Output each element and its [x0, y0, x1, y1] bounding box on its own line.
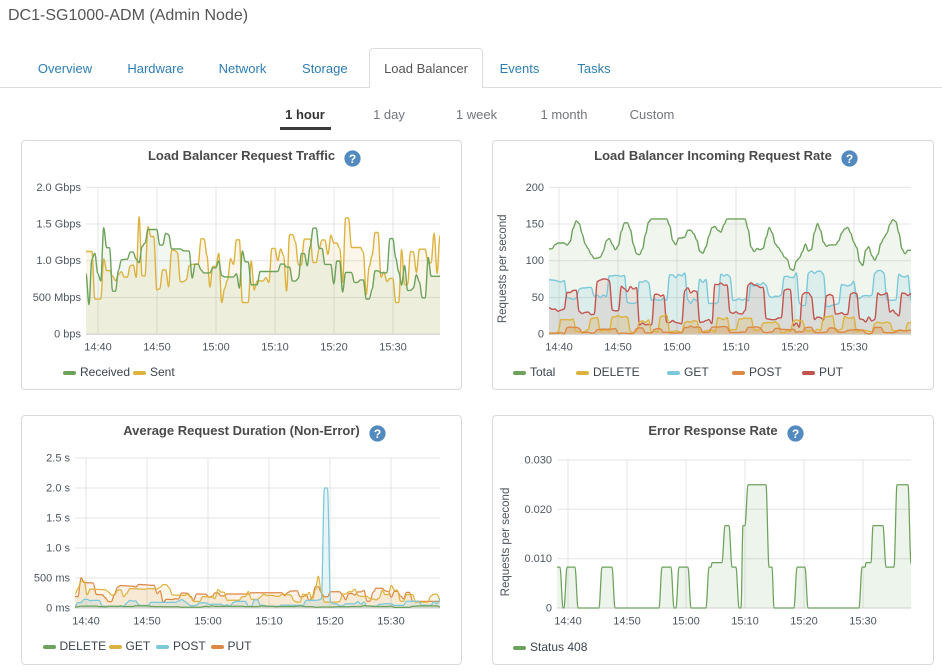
- svg-text:15:00: 15:00: [672, 616, 700, 628]
- svg-text:15:10: 15:10: [255, 616, 283, 628]
- svg-text:100: 100: [526, 255, 544, 267]
- svg-text:2.5 s: 2.5 s: [46, 453, 70, 465]
- svg-text:200: 200: [526, 182, 544, 194]
- svg-text:0.030: 0.030: [524, 455, 552, 467]
- svg-text:15:00: 15:00: [663, 342, 691, 354]
- svg-text:150: 150: [526, 219, 544, 231]
- svg-text:15:20: 15:20: [781, 342, 809, 354]
- svg-text:15:00: 15:00: [194, 616, 222, 628]
- svg-text:Requests per second: Requests per second: [500, 488, 512, 597]
- svg-text:14:50: 14:50: [613, 616, 641, 628]
- svg-text:0: 0: [546, 603, 552, 615]
- svg-text:15:30: 15:30: [379, 342, 407, 354]
- svg-text:0 ms: 0 ms: [46, 603, 70, 615]
- svg-text:0 bps: 0 bps: [54, 329, 81, 341]
- svg-text:2.0 Gbps: 2.0 Gbps: [36, 182, 81, 194]
- svg-text:1.0 s: 1.0 s: [46, 543, 70, 555]
- svg-text:0.010: 0.010: [524, 553, 552, 565]
- svg-text:0: 0: [538, 329, 544, 341]
- svg-text:?: ?: [374, 427, 381, 441]
- svg-text:15:30: 15:30: [377, 616, 405, 628]
- svg-text:1.5 Gbps: 1.5 Gbps: [36, 219, 81, 231]
- svg-text:500 Mbps: 500 Mbps: [33, 292, 82, 304]
- svg-text:?: ?: [792, 427, 799, 441]
- svg-text:14:40: 14:40: [545, 342, 573, 354]
- svg-text:14:40: 14:40: [72, 616, 100, 628]
- svg-text:1.5 s: 1.5 s: [46, 513, 70, 525]
- svg-text:?: ?: [349, 152, 356, 166]
- svg-text:15:00: 15:00: [202, 342, 230, 354]
- svg-text:15:10: 15:10: [261, 342, 289, 354]
- svg-text:500 ms: 500 ms: [34, 573, 71, 585]
- svg-text:1.0 Gbps: 1.0 Gbps: [36, 255, 81, 267]
- svg-text:15:30: 15:30: [849, 616, 877, 628]
- svg-text:15:10: 15:10: [722, 342, 750, 354]
- svg-text:?: ?: [846, 152, 853, 166]
- svg-text:14:50: 14:50: [133, 616, 161, 628]
- svg-text:Requests per second: Requests per second: [497, 214, 509, 323]
- svg-text:14:50: 14:50: [143, 342, 171, 354]
- svg-text:15:30: 15:30: [840, 342, 868, 354]
- svg-text:0.020: 0.020: [524, 504, 552, 516]
- svg-text:15:20: 15:20: [316, 616, 344, 628]
- svg-text:14:50: 14:50: [604, 342, 632, 354]
- svg-text:50: 50: [532, 292, 544, 304]
- svg-text:15:20: 15:20: [320, 342, 348, 354]
- svg-text:14:40: 14:40: [84, 342, 112, 354]
- svg-text:15:20: 15:20: [790, 616, 818, 628]
- svg-text:2.0 s: 2.0 s: [46, 483, 70, 495]
- svg-text:15:10: 15:10: [731, 616, 759, 628]
- svg-text:14:40: 14:40: [554, 616, 582, 628]
